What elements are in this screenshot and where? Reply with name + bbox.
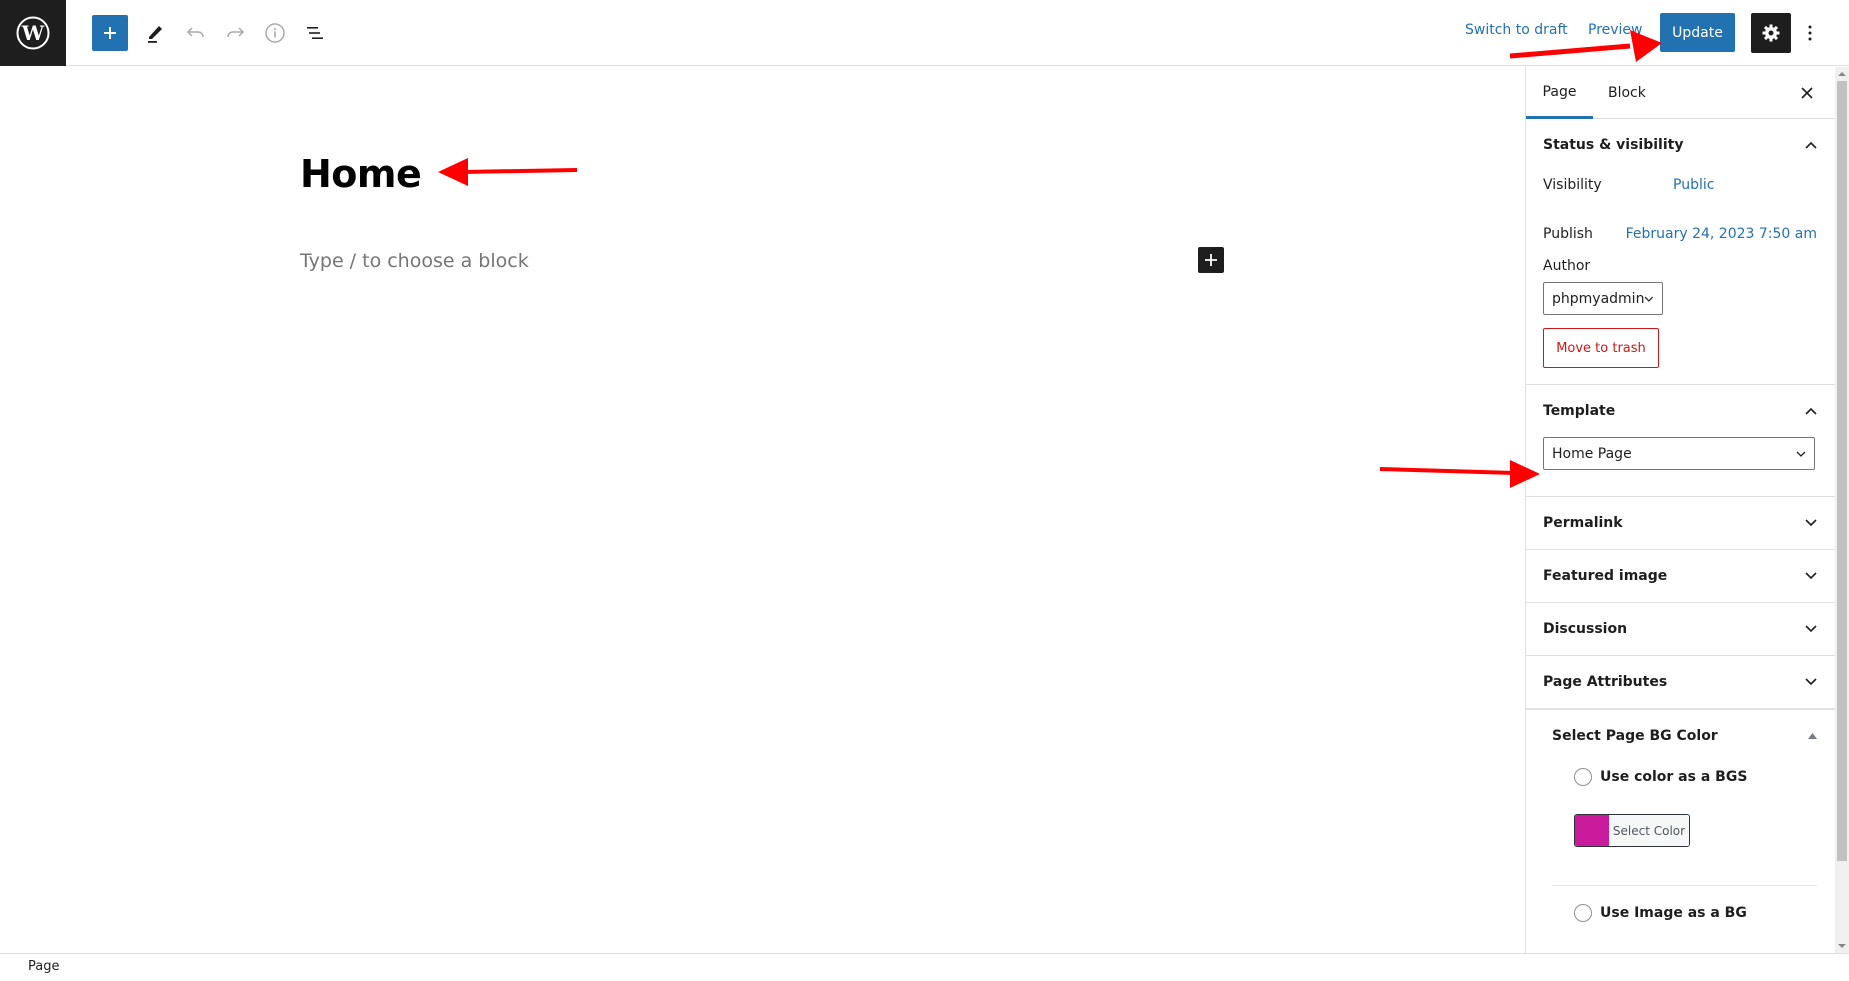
plus-icon [1205,254,1217,266]
undo-button[interactable] [178,15,214,51]
template-panel: Template Home Page [1526,385,1835,497]
svg-text:W: W [21,21,45,45]
use-color-option[interactable]: Use color as a BGS [1552,762,1835,792]
chevron-down-icon [1805,625,1817,633]
plus-icon [104,27,116,39]
redo-button[interactable] [217,15,253,51]
panel-title: Permalink [1543,515,1623,531]
details-button[interactable] [257,15,293,51]
publish-row: Publish February 24, 2023 7:50 am [1526,222,1835,246]
visibility-value[interactable]: Public [1673,177,1714,193]
chevron-up-icon [1805,141,1817,149]
triangle-up-icon [1808,733,1817,739]
tools-button[interactable] [137,15,173,51]
block-breadcrumb-bar: Page [0,953,1849,981]
editor-canvas[interactable]: Home Type / to choose a block [0,67,1525,953]
wordpress-logo[interactable]: W [0,0,66,66]
scrollbar-thumb[interactable] [1837,81,1847,861]
featured-image-toggle[interactable]: Featured image [1526,550,1835,602]
wordpress-logo-icon: W [16,16,50,50]
list-view-button[interactable] [297,15,333,51]
bg-color-toggle[interactable]: Select Page BG Color [1552,710,1835,762]
panel-title: Select Page BG Color [1552,728,1718,744]
chevron-down-icon [1796,451,1806,457]
sidebar-tabs: Page Block [1526,67,1835,119]
block-inserter-button[interactable] [92,15,128,51]
page-attributes-toggle[interactable]: Page Attributes [1526,656,1835,708]
sidebar-scrollbar[interactable] [1835,67,1849,953]
template-select[interactable]: Home Page [1543,437,1815,470]
use-image-radio[interactable] [1574,904,1592,922]
undo-icon [186,27,204,38]
color-swatch [1575,815,1609,846]
scroll-down-arrow-icon[interactable] [1838,944,1846,948]
status-visibility-panel: Status & visibility Visibility Public Pu… [1526,119,1835,385]
preview-button[interactable]: Preview [1588,22,1643,38]
use-image-label: Use Image as a BG [1600,905,1747,921]
chevron-down-icon [1805,572,1817,580]
close-icon [1801,87,1813,99]
tab-page[interactable]: Page [1526,67,1593,119]
bg-color-panel: Select Page BG Color Use color as a BGS … [1526,710,1835,928]
divider [1552,885,1817,886]
template-value: Home Page [1552,445,1632,462]
publish-date[interactable]: February 24, 2023 7:50 am [1626,226,1817,242]
panel-title: Page Attributes [1543,674,1668,690]
post-title[interactable]: Home [300,152,422,196]
redo-icon [227,27,245,38]
block-placeholder[interactable]: Type / to choose a block [300,250,529,272]
chevron-down-icon [1644,296,1654,302]
chevron-down-icon [1805,678,1817,686]
use-color-radio[interactable] [1574,768,1592,786]
select-color-button[interactable]: Select Color [1574,814,1690,847]
list-view-icon [307,27,323,39]
status-visibility-toggle[interactable]: Status & visibility [1526,119,1835,171]
add-block-button[interactable] [1198,247,1224,273]
move-to-trash-button[interactable]: Move to trash [1543,328,1659,368]
discussion-toggle[interactable]: Discussion [1526,603,1835,655]
pencil-icon [148,26,162,43]
panel-title: Discussion [1543,621,1628,637]
switch-to-draft-button[interactable]: Switch to draft [1465,22,1568,38]
settings-button[interactable] [1751,13,1791,53]
more-vertical-icon [1808,25,1812,41]
author-label: Author [1543,258,1591,274]
settings-sidebar: Page Block Status & visibility Visibilit… [1525,67,1835,953]
page-attributes-panel: Page Attributes [1526,656,1835,710]
author-select[interactable]: phpmyadmin [1543,282,1663,315]
select-color-label: Select Color [1609,815,1689,846]
use-image-option[interactable]: Use Image as a BG [1552,898,1835,928]
panel-title: Template [1543,403,1616,419]
template-toggle[interactable]: Template [1526,385,1835,437]
discussion-panel: Discussion [1526,603,1835,656]
chevron-up-icon [1805,407,1817,415]
tab-block[interactable]: Block [1608,67,1646,119]
options-button[interactable] [1800,17,1820,49]
publish-label: Publish [1543,226,1593,242]
permalink-panel: Permalink [1526,497,1835,550]
info-icon [265,23,285,43]
scroll-up-arrow-icon[interactable] [1838,72,1846,76]
close-sidebar-button[interactable] [1795,81,1819,105]
panel-title: Status & visibility [1543,137,1684,153]
use-color-label: Use color as a BGS [1600,769,1748,785]
visibility-label: Visibility [1543,177,1602,193]
panel-title: Featured image [1543,568,1668,584]
gear-icon [1762,24,1780,42]
chevron-down-icon [1805,519,1817,527]
visibility-row: Visibility Public [1526,173,1835,197]
author-value: phpmyadmin [1552,290,1645,307]
breadcrumb-page[interactable]: Page [28,959,59,974]
editor-header: W Switch to draft Preview Update [0,0,1849,66]
update-button[interactable]: Update [1660,13,1735,52]
permalink-toggle[interactable]: Permalink [1526,497,1835,549]
featured-image-panel: Featured image [1526,550,1835,603]
